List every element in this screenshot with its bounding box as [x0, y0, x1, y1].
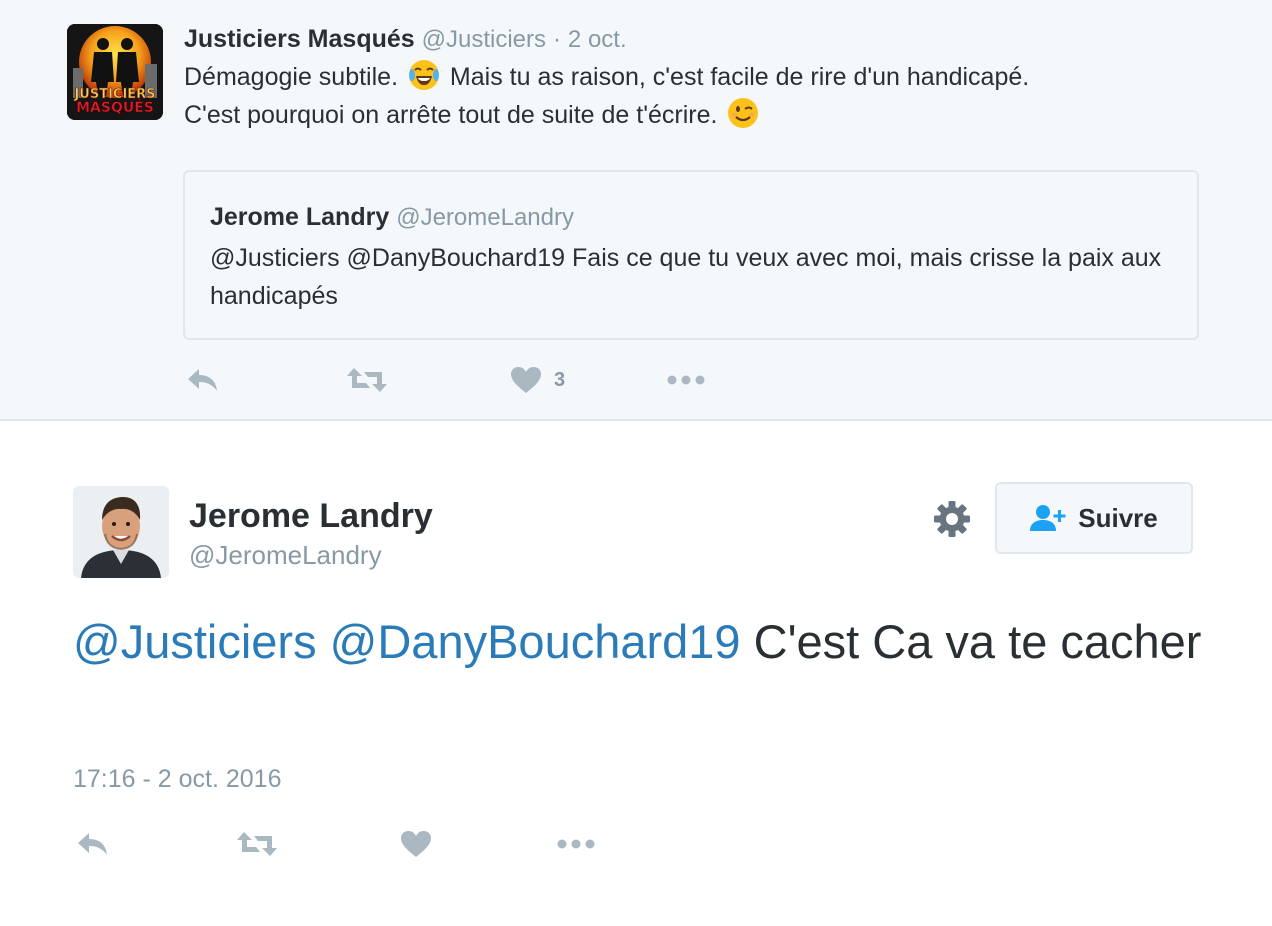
- text-part: Démagogie subtile.: [184, 63, 399, 91]
- more-icon: [557, 839, 595, 849]
- reply-button[interactable]: [186, 360, 220, 400]
- tweet-time[interactable]: 2 oct.: [568, 26, 627, 53]
- retweet-icon: [347, 368, 387, 392]
- jerome-landry-avatar[interactable]: [73, 486, 169, 578]
- text-part: Mais tu as raison, c'est facile de rire …: [449, 63, 1030, 91]
- parent-tweet: JUSTICIERS MASQUÉS Justiciers Masqués @J…: [0, 0, 1272, 421]
- tears-of-joy-emoji-icon: [407, 58, 441, 92]
- user-actions-button[interactable]: [932, 499, 972, 539]
- main-author-name[interactable]: Jerome Landry: [189, 496, 433, 536]
- reply-icon: [188, 369, 217, 391]
- quoted-author-name: Jerome Landry: [210, 203, 390, 231]
- quoted-tweet-header: Jerome Landry @JeromeLandry: [210, 202, 574, 233]
- follow-button[interactable]: Suivre: [995, 482, 1193, 554]
- tweet-timestamp[interactable]: 17:16 - 2 oct. 2016: [73, 764, 281, 794]
- mention-link[interactable]: @DanyBouchard19: [330, 615, 741, 668]
- retweet-button[interactable]: [236, 824, 278, 864]
- main-author-handle[interactable]: @JeromeLandry: [189, 540, 382, 570]
- retweet-button[interactable]: [346, 360, 388, 400]
- quoted-author-handle: @JeromeLandry: [396, 204, 574, 231]
- parent-tweet-header: Justiciers Masqués @Justiciers · 2 oct.: [184, 24, 627, 55]
- reply-icon: [78, 833, 107, 855]
- main-tweet-text: @Justiciers @DanyBouchard19 C'est Ca va …: [73, 610, 1203, 673]
- reply-button[interactable]: [76, 824, 110, 864]
- mention-link[interactable]: @Justiciers: [73, 615, 317, 668]
- quoted-tweet[interactable]: Jerome Landry @JeromeLandry @Justiciers …: [183, 170, 1199, 340]
- header-separator: ·: [552, 26, 561, 53]
- retweet-icon: [237, 832, 277, 856]
- gear-icon: [934, 501, 970, 537]
- like-count: 3: [554, 368, 566, 391]
- follow-button-label: Suivre: [1078, 502, 1158, 533]
- like-button[interactable]: [400, 824, 432, 864]
- parent-tweet-text: Démagogie subtile. Mais tu as raison, c'…: [184, 58, 1214, 134]
- author-handle[interactable]: @Justiciers: [422, 26, 546, 53]
- svg-text:MASQUÉS: MASQUÉS: [76, 99, 154, 116]
- add-user-icon: [1030, 505, 1066, 531]
- like-button[interactable]: 3: [510, 360, 565, 400]
- text-part: C'est pourquoi on arrête tout de suite d…: [184, 101, 718, 129]
- more-button[interactable]: [556, 824, 596, 864]
- parent-tweet-actions: 3: [186, 360, 746, 400]
- justiciers-avatar[interactable]: JUSTICIERS MASQUÉS: [67, 24, 163, 120]
- heart-icon: [511, 367, 541, 393]
- heart-icon: [401, 831, 431, 857]
- tweet-body: C'est Ca va te cacher: [753, 615, 1202, 668]
- more-icon: [667, 375, 705, 385]
- quoted-tweet-text: @Justiciers @DanyBouchard19 Fais ce que …: [210, 244, 1162, 310]
- more-button[interactable]: [666, 360, 706, 400]
- author-name[interactable]: Justiciers Masqués: [184, 25, 415, 53]
- winking-face-emoji-icon: [726, 96, 760, 130]
- main-tweet-actions: [76, 824, 636, 864]
